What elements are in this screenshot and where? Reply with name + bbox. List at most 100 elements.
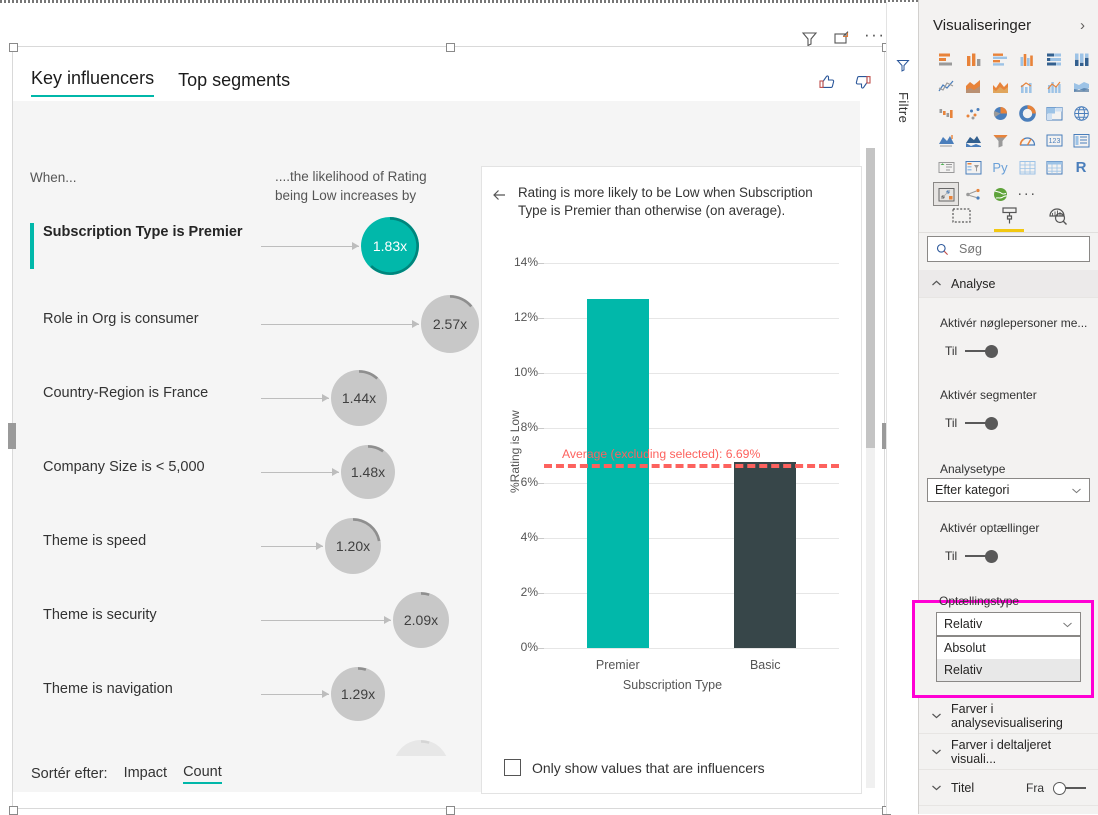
chart-y-tick-mark bbox=[538, 593, 544, 594]
influencer-bubble[interactable]: 2.57x bbox=[421, 295, 479, 353]
filter-icon[interactable] bbox=[800, 29, 818, 47]
influencer-row[interactable]: Company Size is < 5,000 1.48x bbox=[13, 435, 483, 509]
section-header-title[interactable]: Titel Fra bbox=[919, 770, 1098, 806]
section-header-analyse[interactable]: Analyse bbox=[919, 270, 1098, 298]
chevron-right-icon[interactable]: › bbox=[1080, 17, 1085, 34]
counttype-option-absolut[interactable]: Absolut bbox=[937, 637, 1080, 659]
tab-top-segments[interactable]: Top segments bbox=[178, 70, 290, 97]
section-header-analysis-colors[interactable]: Farver i analysevisualisering bbox=[919, 698, 1098, 734]
donut-chart-icon[interactable] bbox=[1014, 101, 1040, 125]
multi-row-card-icon[interactable] bbox=[1068, 128, 1094, 152]
r-visual-icon[interactable]: R bbox=[1068, 155, 1094, 179]
influencer-bubble[interactable]: 2.55x bbox=[393, 740, 449, 756]
py-visual-icon[interactable]: Py bbox=[987, 155, 1013, 179]
thumbs-down-icon[interactable] bbox=[851, 71, 873, 93]
clustered-column-chart-icon[interactable] bbox=[1014, 47, 1040, 71]
influencer-row[interactable]: Role in Org is consumer 2.57x bbox=[13, 287, 483, 361]
toggle-segments[interactable] bbox=[965, 417, 999, 430]
property-label-counttype: Optællingstype bbox=[939, 594, 1020, 608]
influencer-bubble[interactable]: 1.44x bbox=[331, 370, 387, 426]
stacked-column-chart-icon[interactable] bbox=[960, 47, 986, 71]
influencer-row[interactable]: Theme is security 2.09x bbox=[13, 583, 483, 657]
toggle-state-key-influencers: Til bbox=[945, 344, 958, 358]
funnel-chart-icon[interactable] bbox=[987, 128, 1013, 152]
influencer-bubble[interactable]: 1.20x bbox=[325, 518, 381, 574]
toggle-key-influencers[interactable] bbox=[965, 345, 999, 358]
counttype-dropdown[interactable]: Relativ bbox=[936, 612, 1081, 636]
detail-chart-card: Rating is more likely to be Low when Sub… bbox=[481, 166, 862, 794]
line-chart-icon[interactable] bbox=[933, 74, 959, 98]
card-icon[interactable]: 123 bbox=[1041, 128, 1067, 152]
detail-header: Rating is more likely to be Low when Sub… bbox=[491, 184, 841, 220]
thumbs-up-icon[interactable] bbox=[817, 71, 839, 93]
section-header-detail-colors[interactable]: Farver i deltaljeret visuali... bbox=[919, 734, 1098, 770]
shape-map-icon[interactable] bbox=[960, 128, 986, 152]
clustered-bar-chart-icon[interactable] bbox=[987, 47, 1013, 71]
matrix-icon[interactable] bbox=[1041, 155, 1067, 179]
toggle-row-key-influencers[interactable]: Til bbox=[945, 344, 999, 358]
counttype-value: Relativ bbox=[944, 617, 983, 631]
chevron-down-icon bbox=[1072, 488, 1081, 493]
filled-map-icon[interactable] bbox=[933, 128, 959, 152]
scatter-chart-icon[interactable] bbox=[960, 101, 986, 125]
format-search-input[interactable] bbox=[957, 241, 1071, 257]
chart-bar[interactable] bbox=[586, 298, 649, 648]
pie-chart-icon[interactable] bbox=[987, 101, 1013, 125]
only-influencers-checkbox[interactable] bbox=[504, 759, 521, 776]
stacked-area-chart-icon[interactable] bbox=[987, 74, 1013, 98]
fields-icon[interactable] bbox=[948, 202, 974, 228]
100-stacked-column-chart-icon[interactable] bbox=[1068, 47, 1094, 71]
influencer-row[interactable]: Theme is navigation 1.29x bbox=[13, 657, 483, 731]
property-label-analysetype: Analysetype bbox=[940, 462, 1006, 476]
stacked-bar-chart-icon[interactable] bbox=[933, 47, 959, 71]
slicer-icon[interactable] bbox=[960, 155, 986, 179]
toggle-row-counts[interactable]: Til bbox=[945, 549, 999, 563]
map-icon[interactable] bbox=[1068, 101, 1094, 125]
influencer-bubble-ring bbox=[420, 740, 430, 744]
table-icon[interactable] bbox=[1014, 155, 1040, 179]
only-influencers-checkbox-row[interactable]: Only show values that are influencers bbox=[504, 759, 765, 776]
resize-handle-top-center[interactable] bbox=[446, 43, 455, 52]
kpi-icon[interactable] bbox=[933, 155, 959, 179]
influencer-arrow bbox=[261, 689, 329, 699]
influencer-selected-indicator bbox=[30, 223, 34, 269]
ribbon-chart-icon[interactable] bbox=[1068, 74, 1094, 98]
chart-bar[interactable] bbox=[734, 462, 797, 648]
influencer-row[interactable]: Theme is usability2.55x bbox=[13, 731, 483, 756]
section-title-title: Titel bbox=[951, 780, 975, 795]
gauge-chart-icon[interactable] bbox=[1014, 128, 1040, 152]
chart-y-tick-mark bbox=[538, 263, 544, 264]
toggle-title[interactable] bbox=[1053, 781, 1087, 795]
influencer-row[interactable]: Subscription Type is Premier 1.83x bbox=[13, 209, 483, 283]
resize-handle-left[interactable] bbox=[8, 423, 16, 449]
influencer-bubble[interactable]: 2.09x bbox=[393, 592, 449, 648]
visualizations-pane-title: Visualiseringer bbox=[933, 16, 1032, 34]
waterfall-chart-icon[interactable] bbox=[933, 101, 959, 125]
focus-mode-icon[interactable] bbox=[832, 29, 850, 47]
influencer-row[interactable]: Theme is speed 1.20x bbox=[13, 509, 483, 583]
influencer-bubble[interactable]: 1.83x bbox=[361, 217, 419, 275]
chevron-down-icon bbox=[1063, 622, 1072, 627]
influencer-bubble[interactable]: 1.48x bbox=[341, 445, 395, 499]
analysetype-dropdown[interactable]: Efter kategori bbox=[927, 478, 1090, 502]
toggle-row-segments[interactable]: Til bbox=[945, 416, 999, 430]
sort-option-impact[interactable]: Impact bbox=[124, 765, 168, 783]
influencer-bubble[interactable]: 1.29x bbox=[331, 667, 385, 721]
100-stacked-bar-chart-icon[interactable] bbox=[1041, 47, 1067, 71]
tab-key-influencers[interactable]: Key influencers bbox=[31, 68, 155, 97]
line-stacked-column-chart-icon[interactable] bbox=[1014, 74, 1040, 98]
line-clustered-column-chart-icon[interactable] bbox=[1041, 74, 1067, 98]
counttype-option-relativ[interactable]: Relativ bbox=[937, 659, 1080, 681]
treemap-icon[interactable] bbox=[1041, 101, 1067, 125]
toggle-counts[interactable] bbox=[965, 550, 999, 563]
format-search-box[interactable] bbox=[927, 236, 1090, 262]
search-icon bbox=[936, 243, 948, 255]
back-arrow-icon[interactable] bbox=[491, 186, 509, 204]
visual-scrollbar-thumb[interactable] bbox=[866, 148, 875, 448]
analytics-magnifier-icon[interactable] bbox=[1044, 202, 1070, 228]
resize-handle-top-left[interactable] bbox=[9, 43, 18, 52]
area-chart-icon[interactable] bbox=[960, 74, 986, 98]
format-paint-roller-icon[interactable] bbox=[994, 202, 1024, 232]
influencer-row[interactable]: Country-Region is France 1.44x bbox=[13, 361, 483, 435]
sort-option-count[interactable]: Count bbox=[183, 764, 222, 784]
